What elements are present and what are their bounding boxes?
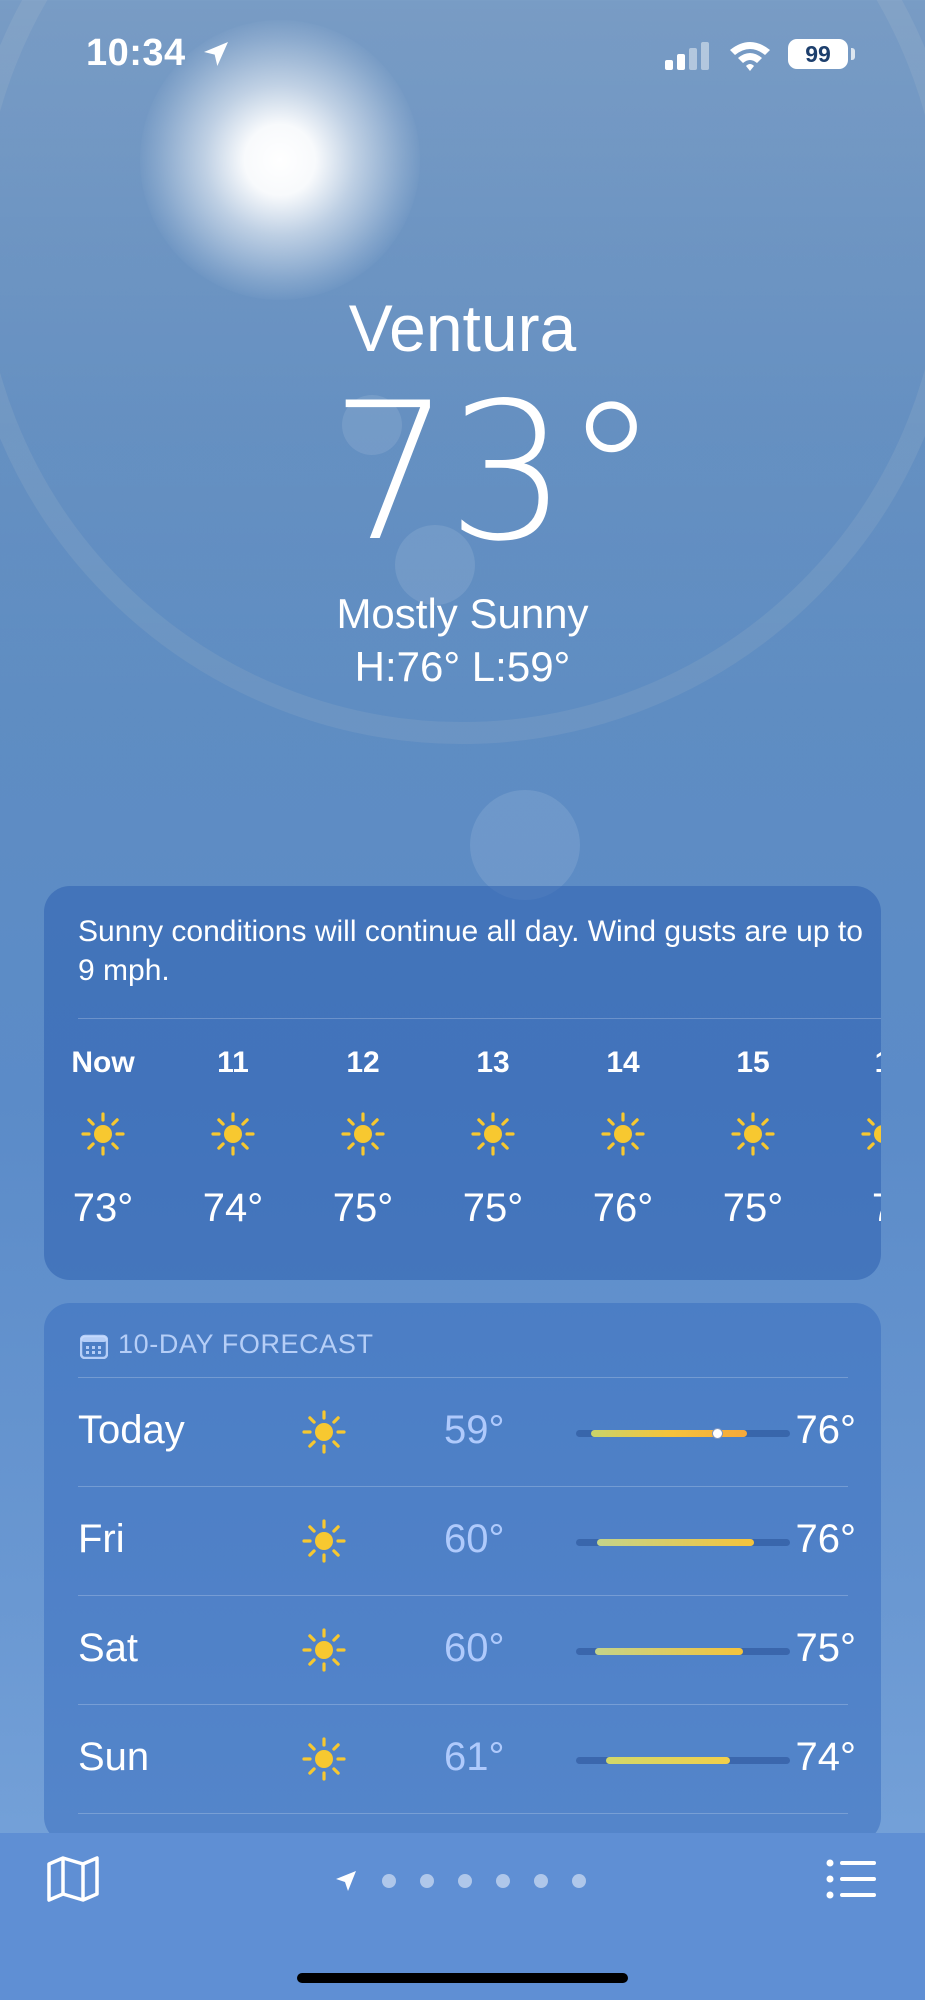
high-low: H:76° L:59° [354,643,571,690]
sun-icon [81,1112,125,1156]
forecast-high: 75° [795,1626,857,1670]
forecast-row[interactable]: Sat 60° 75° [78,1596,856,1704]
sun-icon [302,1628,346,1672]
hour-label: 12 [346,1046,380,1079]
forecast-low: 59° [444,1408,505,1452]
hour-item: 17 [828,1046,881,1231]
forecast-row[interactable]: Fri 60° 76° [78,1487,856,1595]
sun-icon [471,1112,515,1156]
forecast-row[interactable]: Sun 61° 74° [78,1705,856,1813]
forecast-day: Fri [78,1517,125,1561]
hour-item: 14 76° [568,1046,678,1231]
ten-day-forecast-card[interactable]: 10-DAY FORECAST Today 59° 76° Fri 60° 76° Sat 6… [44,1303,881,1843]
sun-icon [601,1112,645,1156]
temperature-range-bar [576,1757,790,1764]
current-condition: Mostly Sunny [336,590,589,637]
forecast-high: 74° [795,1735,857,1779]
current-temperature-marker [712,1428,724,1439]
forecast-day: Today [78,1408,185,1452]
page-dot[interactable] [382,1874,396,1888]
hour-temperature: 75° [462,1186,524,1230]
weather-summary: Sunny conditions will continue all day. … [78,915,863,987]
hour-temperature: 7 [828,1186,881,1231]
sun-icon [302,1410,346,1454]
cellular-signal-icon [665,42,709,70]
hour-label: 15 [736,1046,770,1079]
battery-tip [851,48,855,60]
hour-temperature: 76° [592,1186,654,1230]
lens-flare [470,790,580,900]
sun-icon [302,1737,346,1781]
sun-icon [341,1112,385,1156]
divider [78,1813,848,1814]
hour-label: 1 [828,1046,881,1086]
current-location-arrow-icon [336,1871,356,1891]
hour-temperature: 75° [332,1186,394,1230]
sun-icon [302,1519,346,1563]
hourly-forecast-card[interactable]: Sunny conditions will continue all day. … [44,886,881,1280]
divider [78,1018,881,1019]
location-arrow-icon [204,42,228,66]
forecast-high: 76° [795,1517,857,1561]
hour-item: 11 74° [178,1046,288,1231]
temperature-range-fill [595,1648,743,1655]
forecast-title: 10-DAY FORECAST [118,1329,374,1359]
hour-item: 13 75° [438,1046,548,1231]
hour-item: 12 75° [308,1046,418,1231]
forecast-day: Sun [78,1735,150,1779]
sun-icon [211,1112,255,1156]
hour-label: 13 [476,1046,510,1079]
hour-temperature: 74° [202,1186,264,1230]
hour-label: 11 [217,1046,249,1079]
temperature-range-bar [576,1648,790,1655]
page-dot[interactable] [420,1874,434,1888]
forecast-low: 60° [444,1517,505,1561]
forecast-header: 10-DAY FORECAST [79,1329,374,1363]
forecast-day: Sat [78,1626,139,1670]
home-indicator [297,1973,628,1983]
hour-temperature: 75° [722,1186,784,1230]
battery-icon: 99 [788,39,848,69]
page-dot[interactable] [534,1874,548,1888]
hour-item: 15 75° [698,1046,808,1231]
page-dot[interactable] [458,1874,472,1888]
hour-item: Now 73° [48,1046,158,1231]
calendar-icon [79,1334,109,1360]
current-temperature: 73° [330,362,659,583]
city-name: Ventura [348,291,577,365]
list-icon[interactable] [826,1857,876,1901]
temperature-range-bar [576,1428,790,1439]
status-time: 10:34 [86,32,186,74]
temperature-range-bar [576,1539,790,1546]
forecast-row[interactable]: Today 59° 76° [78,1378,856,1486]
forecast-low: 60° [444,1626,505,1670]
page-dot[interactable] [572,1874,586,1888]
forecast-low: 61° [444,1735,505,1779]
sun-icon [731,1112,775,1156]
hour-temperature: 73° [72,1186,134,1230]
page-dot[interactable] [496,1874,510,1888]
temperature-range-fill [605,1757,731,1764]
hour-label: 14 [606,1046,640,1079]
temperature-range-fill [597,1539,754,1546]
map-icon[interactable] [46,1855,100,1903]
forecast-high: 76° [795,1408,857,1452]
sun-icon [861,1118,881,1150]
status-bar: 10:34 99 [0,0,925,110]
hour-label: Now [71,1046,135,1079]
temperature-range-fill [590,1430,748,1437]
wifi-icon [730,42,770,71]
